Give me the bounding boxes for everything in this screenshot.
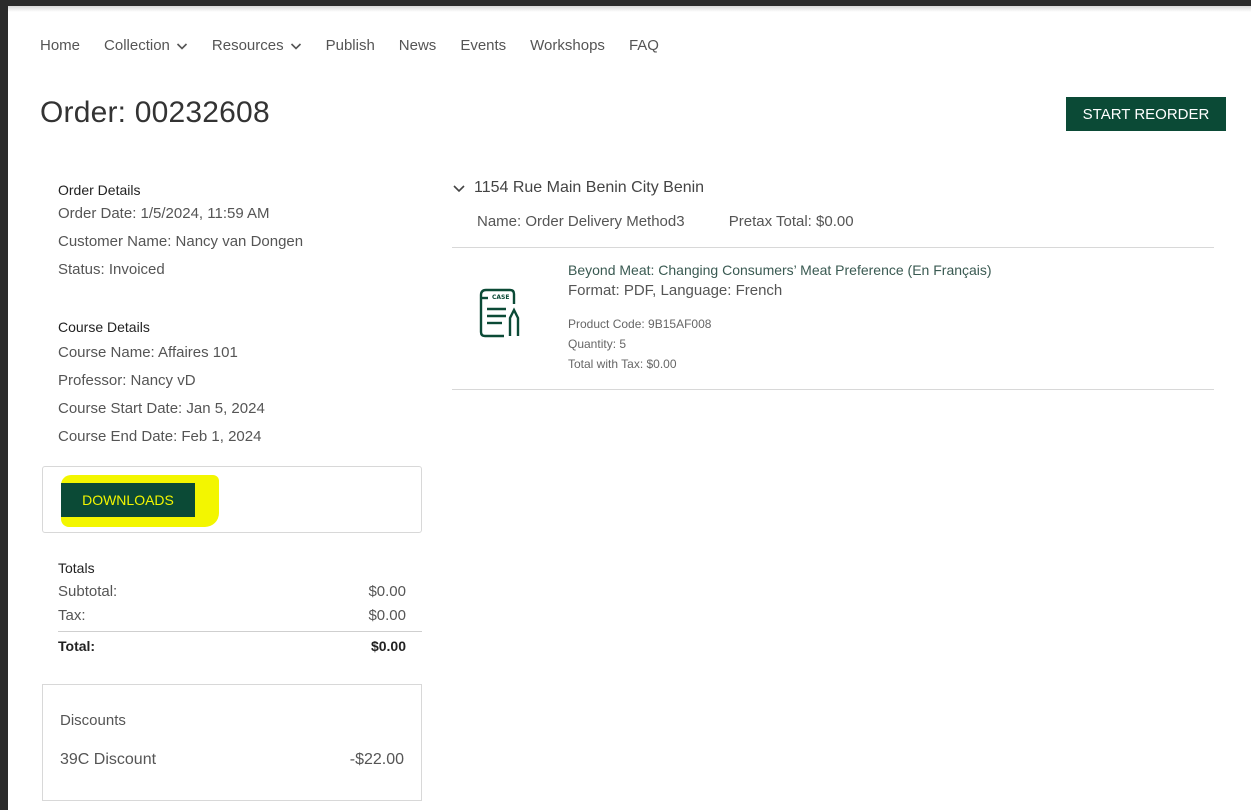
nav-item-news[interactable]: News: [399, 37, 437, 54]
shipment-section: 1154 Rue Main Benin City Benin Name: Ord…: [452, 176, 1214, 390]
main-nav: Home Collection Resources Publish News E…: [40, 37, 683, 54]
nav-item-label: Collection: [104, 37, 170, 54]
discounts-heading: Discounts: [60, 712, 126, 729]
pretax-total: Pretax Total: $0.00: [728, 213, 854, 230]
tax-value: $0.00: [368, 607, 406, 624]
total-label: Total:: [58, 638, 96, 654]
order-date: Order Date: 1/5/2024, 11:59 AM: [58, 205, 270, 222]
total-row: Total: $0.00: [58, 631, 422, 658]
discount-row: 39C Discount -$22.00: [60, 751, 404, 769]
nav-item-label: Events: [460, 37, 507, 54]
chevron-down-icon: [176, 40, 188, 52]
delivery-method-name: Name: Order Delivery Method3: [477, 213, 685, 230]
nav-item-publish[interactable]: Publish: [326, 37, 375, 54]
product-total-with-tax: Total with Tax: $0.00: [568, 357, 677, 371]
product-code: Product Code: 9B15AF008: [568, 317, 712, 331]
nav-item-label: Home: [40, 37, 81, 54]
chevron-down-icon: [452, 181, 466, 195]
nav-item-home[interactable]: Home: [40, 37, 80, 54]
window-frame-shadow: [8, 6, 1251, 12]
product-quantity: Quantity: 5: [568, 337, 627, 351]
discounts-panel: Discounts 39C Discount -$22.00: [42, 684, 422, 801]
product-format: Format: PDF, Language: French: [568, 282, 783, 299]
course-details-heading: Course Details: [58, 319, 150, 335]
course-end-date: Course End Date: Feb 1, 2024: [58, 428, 262, 445]
discount-name: 39C Discount: [60, 751, 157, 768]
nav-item-label: News: [398, 37, 437, 54]
start-reorder-button[interactable]: START REORDER: [1066, 97, 1226, 131]
downloads-panel: DOWNLOADS: [42, 466, 422, 533]
nav-item-label: Resources: [211, 37, 284, 54]
nav-item-label: Workshops: [530, 37, 605, 54]
customer-name: Customer Name: Nancy van Dongen: [58, 233, 304, 250]
divider: [452, 247, 1214, 248]
subtotal-value: $0.00: [368, 583, 406, 600]
order-details-section: Order Details Order Date: 1/5/2024, 11:5…: [58, 180, 303, 284]
nav-item-workshops[interactable]: Workshops: [530, 37, 605, 54]
nav-item-label: Publish: [325, 37, 375, 54]
case-document-icon: CASE: [478, 282, 528, 344]
nav-item-label: FAQ: [628, 37, 659, 54]
professor: Professor: Nancy vD: [58, 372, 196, 389]
shipment-address: 1154 Rue Main Benin City Benin: [474, 179, 705, 196]
totals-heading: Totals: [58, 560, 95, 576]
chevron-down-icon: [290, 40, 302, 52]
order-status: Status: Invoiced: [58, 261, 165, 278]
shipment-meta: Name: Order Delivery Method3 Pretax Tota…: [477, 213, 854, 230]
order-details-heading: Order Details: [58, 182, 141, 198]
product-title-link[interactable]: Beyond Meat: Changing Consumers’ Meat Pr…: [568, 262, 992, 278]
window-frame-left: [0, 0, 8, 810]
nav-item-collection[interactable]: Collection: [104, 37, 188, 54]
subtotal-label: Subtotal:: [58, 583, 118, 600]
tax-row: Tax: $0.00: [42, 604, 422, 628]
course-details-section: Course Details Course Name: Affaires 101…: [58, 317, 265, 451]
divider: [452, 389, 1214, 390]
page-title: Order: 00232608: [40, 96, 270, 129]
subtotal-row: Subtotal: $0.00: [42, 580, 422, 604]
downloads-button[interactable]: DOWNLOADS: [61, 483, 195, 517]
nav-item-events[interactable]: Events: [460, 37, 506, 54]
totals-section: Totals Subtotal: $0.00 Tax: $0.00 Total:…: [42, 556, 422, 658]
course-name: Course Name: Affaires 101: [58, 344, 238, 361]
discount-amount: -$22.00: [349, 751, 404, 768]
course-start-date: Course Start Date: Jan 5, 2024: [58, 400, 265, 417]
total-value: $0.00: [370, 638, 406, 654]
case-label: CASE: [492, 294, 509, 301]
nav-item-resources[interactable]: Resources: [212, 37, 302, 54]
nav-item-faq[interactable]: FAQ: [629, 37, 659, 54]
shipment-toggle[interactable]: 1154 Rue Main Benin City Benin: [452, 176, 1214, 200]
tax-label: Tax:: [58, 607, 86, 624]
